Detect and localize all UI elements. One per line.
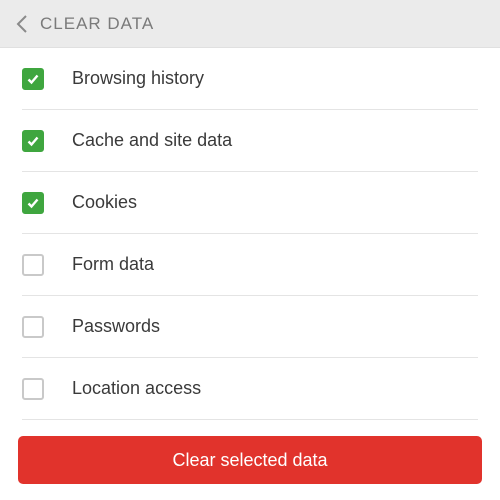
page-title: CLEAR DATA [40,14,154,34]
checkbox-passwords[interactable] [22,316,44,338]
header-bar: CLEAR DATA [0,0,500,48]
footer: Clear selected data [0,420,500,500]
options-list: Browsing history Cache and site data Coo… [0,48,500,420]
list-item[interactable]: Browsing history [22,48,478,110]
item-label: Cache and site data [72,130,232,151]
back-icon[interactable] [10,12,34,36]
item-label: Passwords [72,316,160,337]
item-label: Form data [72,254,154,275]
list-item[interactable]: Location access [22,358,478,420]
checkbox-cache-site-data[interactable] [22,130,44,152]
item-label: Browsing history [72,68,204,89]
item-label: Cookies [72,192,137,213]
list-item[interactable]: Form data [22,234,478,296]
checkbox-browsing-history[interactable] [22,68,44,90]
item-label: Location access [72,378,201,399]
checkbox-form-data[interactable] [22,254,44,276]
checkbox-cookies[interactable] [22,192,44,214]
list-item[interactable]: Cookies [22,172,478,234]
list-item[interactable]: Cache and site data [22,110,478,172]
clear-selected-data-button[interactable]: Clear selected data [18,436,482,484]
list-item[interactable]: Passwords [22,296,478,358]
checkbox-location-access[interactable] [22,378,44,400]
